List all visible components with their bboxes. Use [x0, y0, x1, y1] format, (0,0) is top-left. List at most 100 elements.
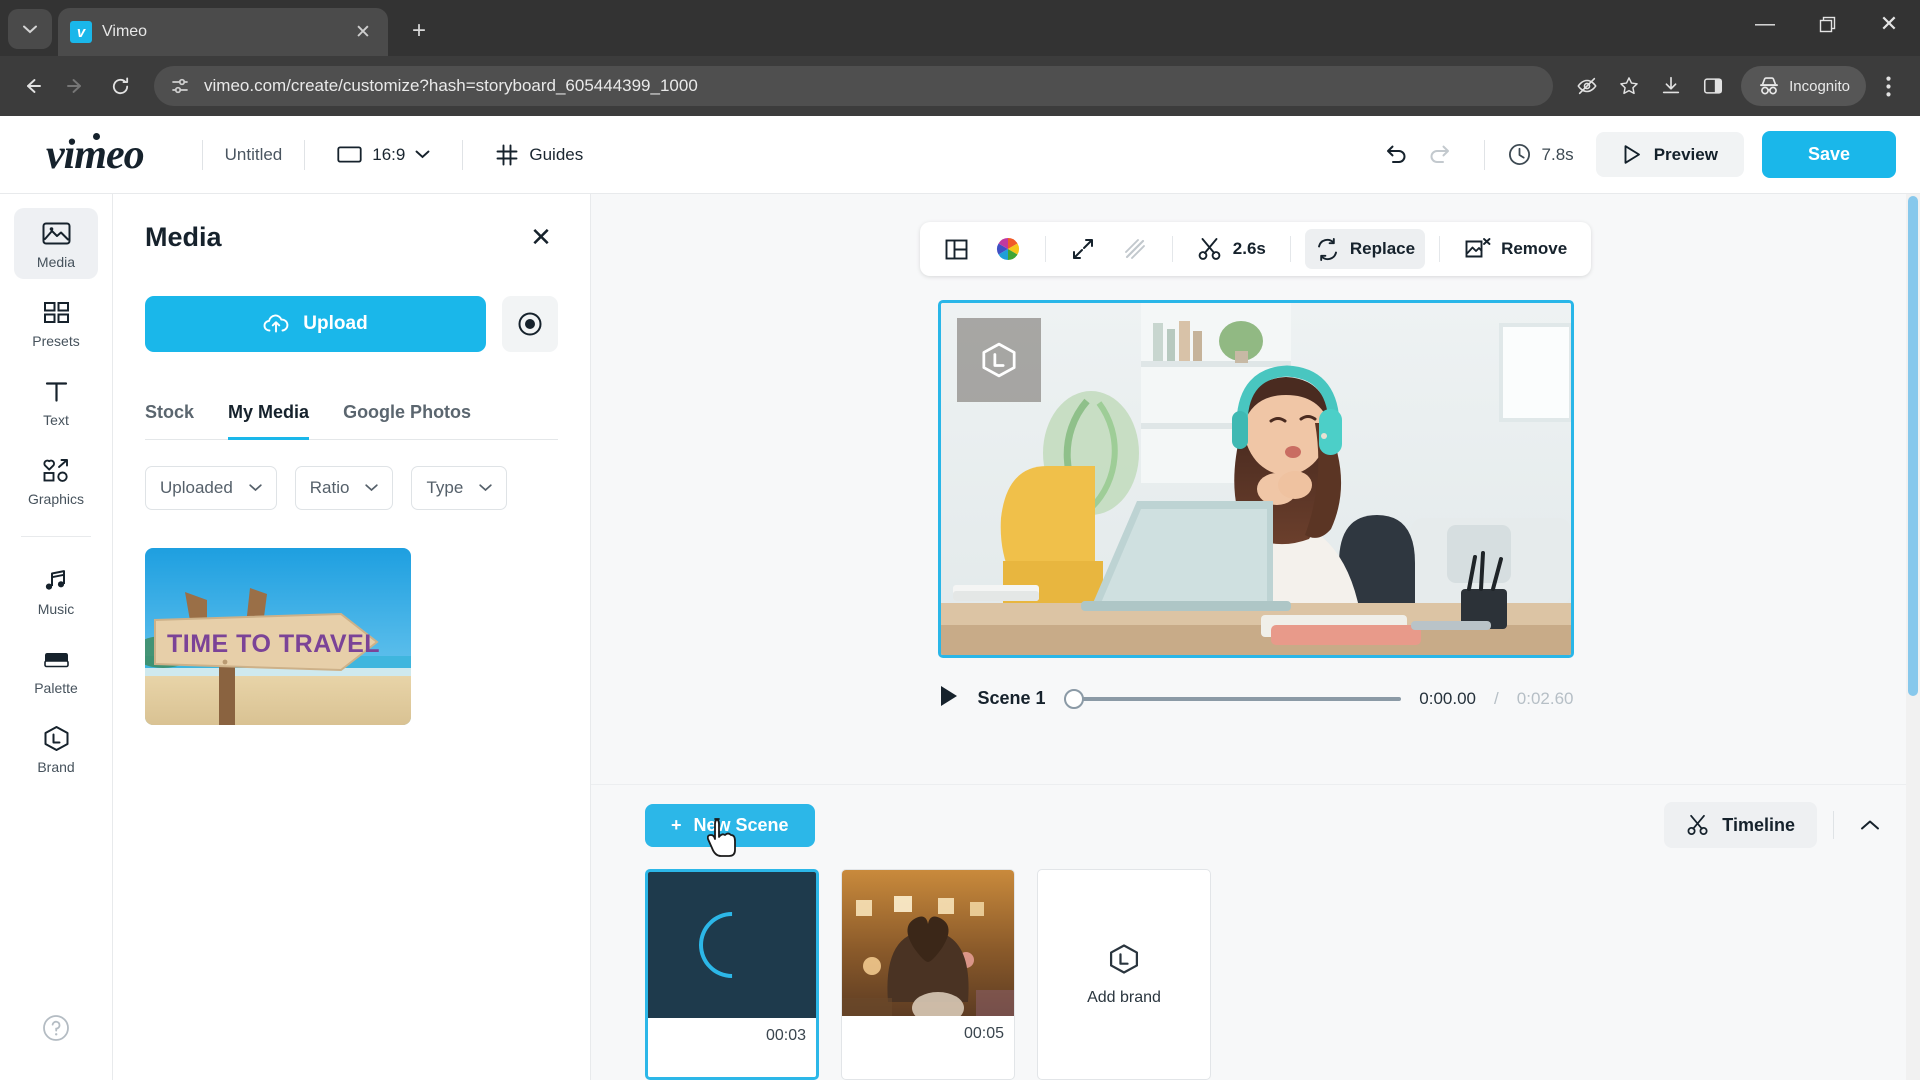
time-to-travel-image: TIME TO TRAVEL — [145, 548, 411, 725]
undo-icon — [1386, 145, 1405, 163]
trim-button[interactable]: 2.6s — [1187, 229, 1276, 269]
refresh-icon — [1317, 237, 1337, 261]
aspect-ratio-selector[interactable]: 16:9 — [327, 137, 440, 173]
divider — [1171, 236, 1173, 262]
brand-hex-icon — [981, 342, 1016, 378]
left-rail: Media Presets Text Graphics Music Palett… — [0, 194, 113, 1080]
upload-button[interactable]: Upload — [145, 296, 486, 352]
new-scene-button[interactable]: + New Scene — [645, 803, 815, 857]
guides-button[interactable]: Guides — [485, 135, 593, 175]
video-preview[interactable] — [937, 300, 1574, 658]
vimeo-logo[interactable]: vimeo — [46, 131, 145, 179]
tab-my-media[interactable]: My Media — [228, 402, 310, 440]
scissors-icon — [1198, 238, 1221, 260]
layout-split-icon — [945, 239, 968, 259]
layout-button[interactable] — [934, 229, 979, 269]
expand-arrows-icon — [1072, 239, 1093, 259]
sidebar-item-label: Palette — [34, 680, 78, 696]
sidebar-item-media[interactable]: Media — [14, 208, 98, 279]
remove-label: Remove — [1501, 239, 1568, 258]
sidebar-item-brand[interactable]: Brand — [14, 713, 98, 784]
close-icon[interactable]: ✕ — [524, 220, 558, 254]
filter-ratio[interactable]: Ratio — [294, 466, 394, 510]
sidebar-item-text[interactable]: Text — [14, 366, 98, 437]
three-dot-menu-icon[interactable] — [1868, 66, 1908, 106]
sidebar-item-palette[interactable]: Palette — [14, 634, 98, 705]
address-bar[interactable]: vimeo.com/create/customize?hash=storyboa… — [154, 66, 1554, 106]
filter-button[interactable] — [1112, 229, 1158, 269]
slider-handle[interactable] — [1063, 688, 1084, 709]
add-brand-label: Add brand — [1087, 988, 1161, 1006]
total-time: 0:02.60 — [1516, 688, 1574, 708]
forward-arrow-icon[interactable] — [56, 66, 96, 106]
reload-icon[interactable] — [100, 66, 140, 106]
media-item-thumbnail[interactable]: TIME TO TRAVEL — [145, 548, 411, 725]
preview-button[interactable]: Preview — [1595, 132, 1744, 177]
scene-list: 00:03 00:05 Add brand — [621, 851, 1890, 1080]
filter-label: Ratio — [309, 478, 350, 497]
download-icon[interactable] — [1651, 66, 1691, 106]
guides-grid-icon — [496, 144, 518, 165]
browser-tab[interactable]: v Vimeo ✕ — [58, 8, 388, 56]
minimize-icon[interactable]: — — [1734, 0, 1796, 48]
play-button[interactable] — [938, 684, 960, 713]
timeline-button[interactable]: Timeline — [1664, 802, 1817, 848]
undo-button[interactable] — [1374, 133, 1418, 177]
scrollbar-thumb[interactable] — [1908, 196, 1918, 696]
trim-duration: 2.6s — [1232, 239, 1266, 258]
scene-thumbnail-2[interactable]: 00:05 — [841, 869, 1015, 1080]
page-scrollbar[interactable] — [1906, 194, 1920, 1080]
star-icon[interactable] — [1609, 66, 1649, 106]
scene-thumbnail-1[interactable]: 00:03 — [645, 869, 819, 1080]
save-button[interactable]: Save — [1761, 131, 1896, 178]
chevron-down-icon — [23, 25, 37, 33]
replace-button[interactable]: Replace — [1304, 229, 1426, 269]
tab-close-button[interactable]: ✕ — [350, 19, 376, 45]
add-brand-button[interactable]: Add brand — [1037, 869, 1211, 1080]
window-controls: — ✕ — [1734, 0, 1920, 48]
new-tab-button[interactable]: + — [402, 14, 436, 48]
close-window-icon[interactable]: ✕ — [1858, 0, 1920, 48]
incognito-indicator[interactable]: Incognito — [1741, 66, 1866, 106]
tab-search-button[interactable] — [8, 9, 52, 49]
browser-toolbar: vimeo.com/create/customize?hash=storyboa… — [0, 56, 1920, 116]
remove-button[interactable]: Remove — [1454, 229, 1577, 269]
project-title[interactable]: Untitled — [225, 145, 283, 165]
resize-button[interactable] — [1060, 229, 1106, 269]
tab-stock[interactable]: Stock — [145, 402, 194, 440]
scissors-icon — [1687, 814, 1708, 836]
tab-strip: v Vimeo ✕ + — ✕ — [0, 0, 1920, 56]
url-text: vimeo.com/create/customize?hash=storyboa… — [204, 76, 698, 95]
duration-value: 7.8s — [1541, 144, 1574, 164]
help-button[interactable] — [41, 1013, 71, 1048]
sidebar-item-label: Music — [37, 601, 75, 617]
sidebar-item-label: Graphics — [27, 491, 85, 507]
music-note-icon — [43, 566, 70, 594]
redo-button[interactable] — [1418, 133, 1462, 177]
loading-spinner-icon — [685, 898, 779, 992]
current-scene-label: Scene 1 — [977, 688, 1046, 708]
restore-window-icon[interactable] — [1796, 0, 1858, 48]
eye-off-icon[interactable] — [1567, 66, 1607, 106]
back-arrow-icon[interactable] — [12, 66, 52, 106]
divider — [201, 139, 203, 170]
play-icon — [940, 686, 957, 706]
incognito-hat-icon — [1760, 77, 1779, 95]
divider — [1289, 236, 1291, 262]
sidebar-item-presets[interactable]: Presets — [14, 287, 98, 358]
image-x-icon — [1465, 237, 1491, 257]
playback-slider[interactable] — [1063, 688, 1402, 709]
sidebar-item-graphics[interactable]: Graphics — [14, 445, 98, 516]
brand-logo-placeholder[interactable] — [956, 318, 1041, 402]
side-panel-icon[interactable] — [1693, 66, 1733, 106]
filter-type[interactable]: Type — [411, 466, 508, 510]
color-button[interactable] — [985, 229, 1031, 269]
filter-uploaded[interactable]: Uploaded — [145, 466, 277, 510]
cloud-upload-icon — [263, 314, 289, 333]
record-button[interactable] — [502, 296, 558, 352]
media-grid: TIME TO TRAVEL — [145, 548, 558, 725]
tab-google-photos[interactable]: Google Photos — [343, 402, 471, 440]
collapse-timeline-button[interactable] — [1850, 805, 1890, 845]
sidebar-item-music[interactable]: Music — [14, 555, 98, 626]
chevron-down-icon — [365, 484, 379, 492]
